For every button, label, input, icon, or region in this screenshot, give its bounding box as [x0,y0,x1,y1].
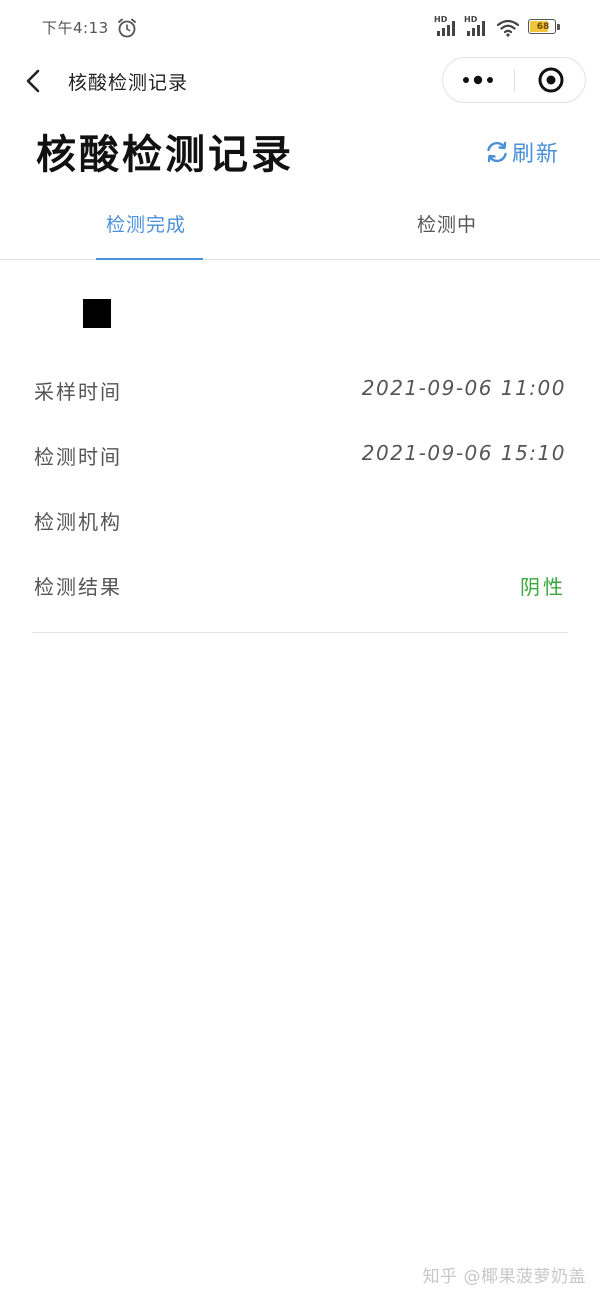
watermark: 知乎 @椰果菠萝奶盖 [422,1267,586,1287]
tab-active-indicator [96,258,203,260]
back-button[interactable] [18,64,50,98]
test-result-label: 检测结果 [34,575,122,599]
page-root: { "status_bar": { "time": "下午4:13", "sig… [0,0,600,1300]
page-title: 核酸检测记录 [36,131,294,178]
signal-icon: HD [434,16,460,38]
battery-level: 68 [536,22,550,32]
sampling-time-label: 采样时间 [34,380,122,404]
redacted-name-block [83,299,111,328]
wifi-icon [496,19,520,37]
tab-label: 检测完成 [106,214,187,236]
alarm-icon [118,18,136,38]
more-dots-icon [463,75,493,85]
test-time-value: 2021-09-06 15:10 [361,441,566,465]
test-time-label: 检测时间 [34,445,122,469]
refresh-label: 刷新 [512,142,561,167]
sampling-time-value: 2021-09-06 11:00 [361,376,566,400]
tab-in-progress[interactable]: 检测中 [400,196,500,259]
tab-bar: 检测完成 检测中 [0,196,600,260]
battery-icon: 68 [528,19,560,36]
target-close-icon [538,67,564,93]
status-time: 下午4:13 [42,19,109,37]
test-result-value: 阴性 [520,575,566,599]
nav-bar: 核酸检测记录 [0,56,600,106]
nav-title: 核酸检测记录 [68,72,189,94]
status-bar: 下午4:13 HD HD 68 [0,0,600,56]
mini-program-capsule [442,57,586,103]
signal-icon: HD [464,16,490,38]
chevron-left-icon [26,69,40,93]
refresh-button[interactable]: 刷新 [484,136,560,168]
refresh-icon [487,141,507,163]
more-button[interactable] [443,58,514,102]
tab-label: 检测中 [417,214,478,236]
record-divider [32,632,568,633]
tab-completed[interactable]: 检测完成 [96,196,204,260]
test-institution-label: 检测机构 [34,510,122,534]
close-button[interactable] [515,58,586,102]
